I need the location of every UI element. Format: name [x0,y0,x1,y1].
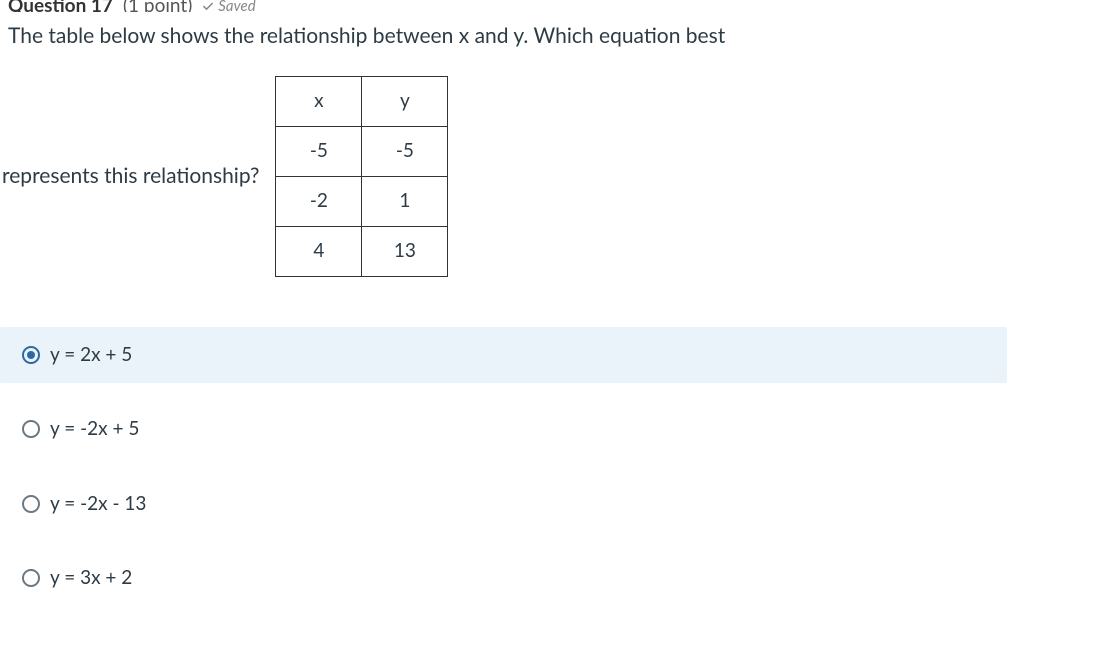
answer-option-2[interactable]: y = -2x + 5 [0,401,1007,458]
answer-label: y = -2x + 5 [50,415,139,444]
table-cell-y: -5 [362,126,448,176]
question-prompt-row: represents this relationship? x y -5 -5 … [0,76,1117,277]
answer-label: y = 3x + 2 [50,564,132,593]
saved-label: Saved [218,0,255,12]
radio-icon [22,346,40,364]
table-cell-y: 1 [362,176,448,226]
question-number: Question 17 [8,0,113,12]
answer-option-3[interactable]: y = -2x - 13 [0,476,1007,533]
answer-label: y = 2x + 5 [50,341,132,370]
saved-indicator: Saved [202,0,255,12]
table-cell-x: 4 [276,226,362,276]
table-row: -5 -5 [276,126,448,176]
table-row: 4 13 [276,226,448,276]
table-cell-y: 13 [362,226,448,276]
table-header-row: x y [276,76,448,126]
table-header-x: x [276,76,362,126]
question-prompt-line1: The table below shows the relationship b… [0,12,1117,52]
xy-table: x y -5 -5 -2 1 4 13 [275,76,448,277]
table-row: -2 1 [276,176,448,226]
check-icon [202,0,214,12]
table-header-y: y [362,76,448,126]
answer-label: y = -2x - 13 [50,490,146,519]
radio-icon [22,495,40,513]
answer-list: y = 2x + 5 y = -2x + 5 y = -2x - 13 y = … [0,327,1117,607]
answer-option-4[interactable]: y = 3x + 2 [0,550,1007,607]
table-cell-x: -2 [276,176,362,226]
points-label: (1 point) [123,0,192,12]
question-meta-row: Question 17 (1 point) Saved [0,0,1117,12]
answer-option-1[interactable]: y = 2x + 5 [0,327,1007,384]
table-cell-x: -5 [276,126,362,176]
radio-icon [22,569,40,587]
question-prompt-line2: represents this relationship? [0,160,269,192]
radio-icon [22,420,40,438]
